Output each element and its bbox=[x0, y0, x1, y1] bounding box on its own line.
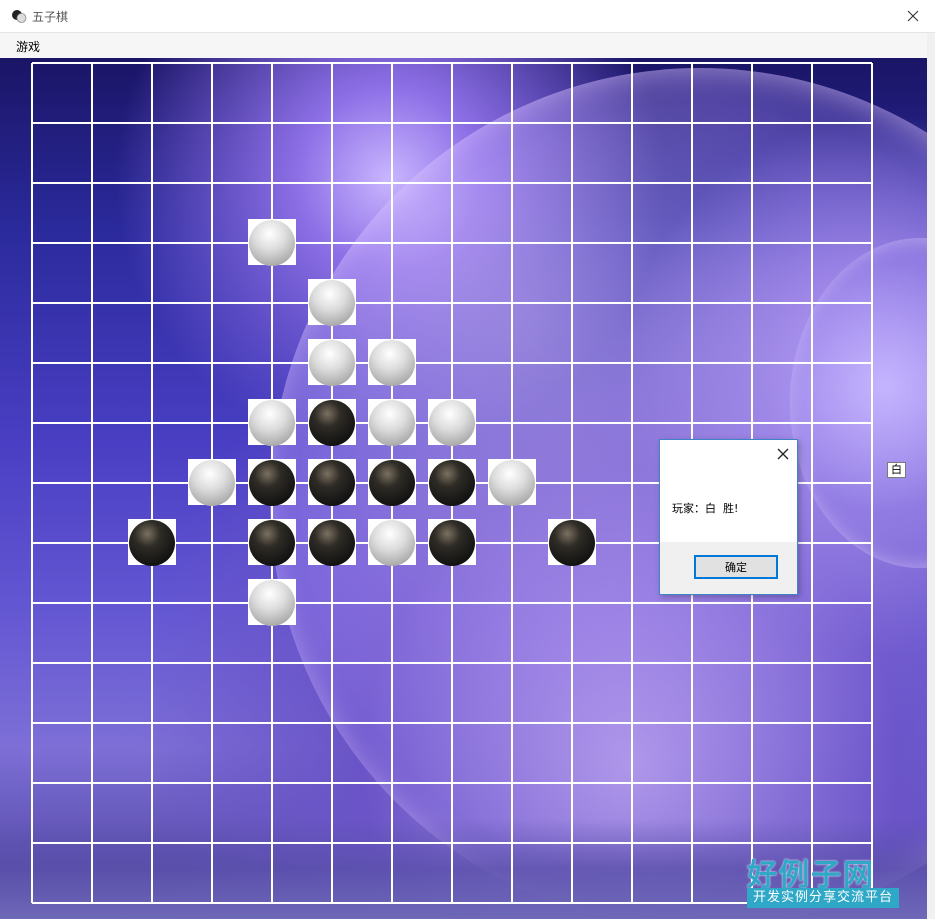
watermark-title: 好例子网 bbox=[747, 858, 875, 893]
black-stone bbox=[308, 459, 356, 506]
window-title: 五子棋 bbox=[32, 10, 69, 24]
window-close-button[interactable] bbox=[891, 0, 935, 32]
black-stone bbox=[308, 519, 356, 566]
white-stone bbox=[308, 279, 356, 326]
black-stone bbox=[428, 459, 476, 506]
white-stone bbox=[488, 459, 536, 506]
current-player-label: 白 bbox=[887, 462, 906, 478]
black-stone bbox=[248, 459, 296, 506]
dialog-footer: 确定 bbox=[660, 542, 797, 594]
win-dialog: 玩家：白 胜! 确定 bbox=[659, 439, 798, 595]
white-stone bbox=[188, 459, 236, 506]
watermark-logo: 好例子网 开发实例分享交流平台 bbox=[747, 850, 899, 908]
white-stone bbox=[248, 579, 296, 626]
white-stone bbox=[248, 219, 296, 266]
black-stone bbox=[548, 519, 596, 566]
watermark-subtitle: 开发实例分享交流平台 bbox=[747, 888, 899, 908]
white-stone bbox=[308, 339, 356, 386]
window-edge bbox=[927, 33, 935, 919]
dialog-close-icon[interactable] bbox=[775, 446, 791, 462]
white-stone bbox=[368, 339, 416, 386]
black-stone bbox=[368, 459, 416, 506]
white-stone bbox=[428, 399, 476, 446]
game-window: 五子棋 游戏 白 玩家：白 胜! 确定 好例子网 开发实例分享交流平台 bbox=[0, 0, 935, 919]
menu-item-game[interactable]: 游戏 bbox=[10, 37, 46, 56]
white-stone bbox=[368, 399, 416, 446]
dialog-message: 玩家：白 胜! bbox=[672, 502, 739, 515]
black-stone bbox=[428, 519, 476, 566]
menu-bar: 游戏 bbox=[0, 33, 927, 58]
white-stone bbox=[248, 399, 296, 446]
go-stones-icon bbox=[12, 10, 27, 23]
black-stone bbox=[248, 519, 296, 566]
title-bar: 五子棋 bbox=[0, 0, 935, 33]
ok-button[interactable]: 确定 bbox=[694, 555, 778, 579]
black-stone bbox=[308, 399, 356, 446]
close-icon bbox=[907, 10, 919, 22]
white-stone bbox=[368, 519, 416, 566]
black-stone bbox=[128, 519, 176, 566]
